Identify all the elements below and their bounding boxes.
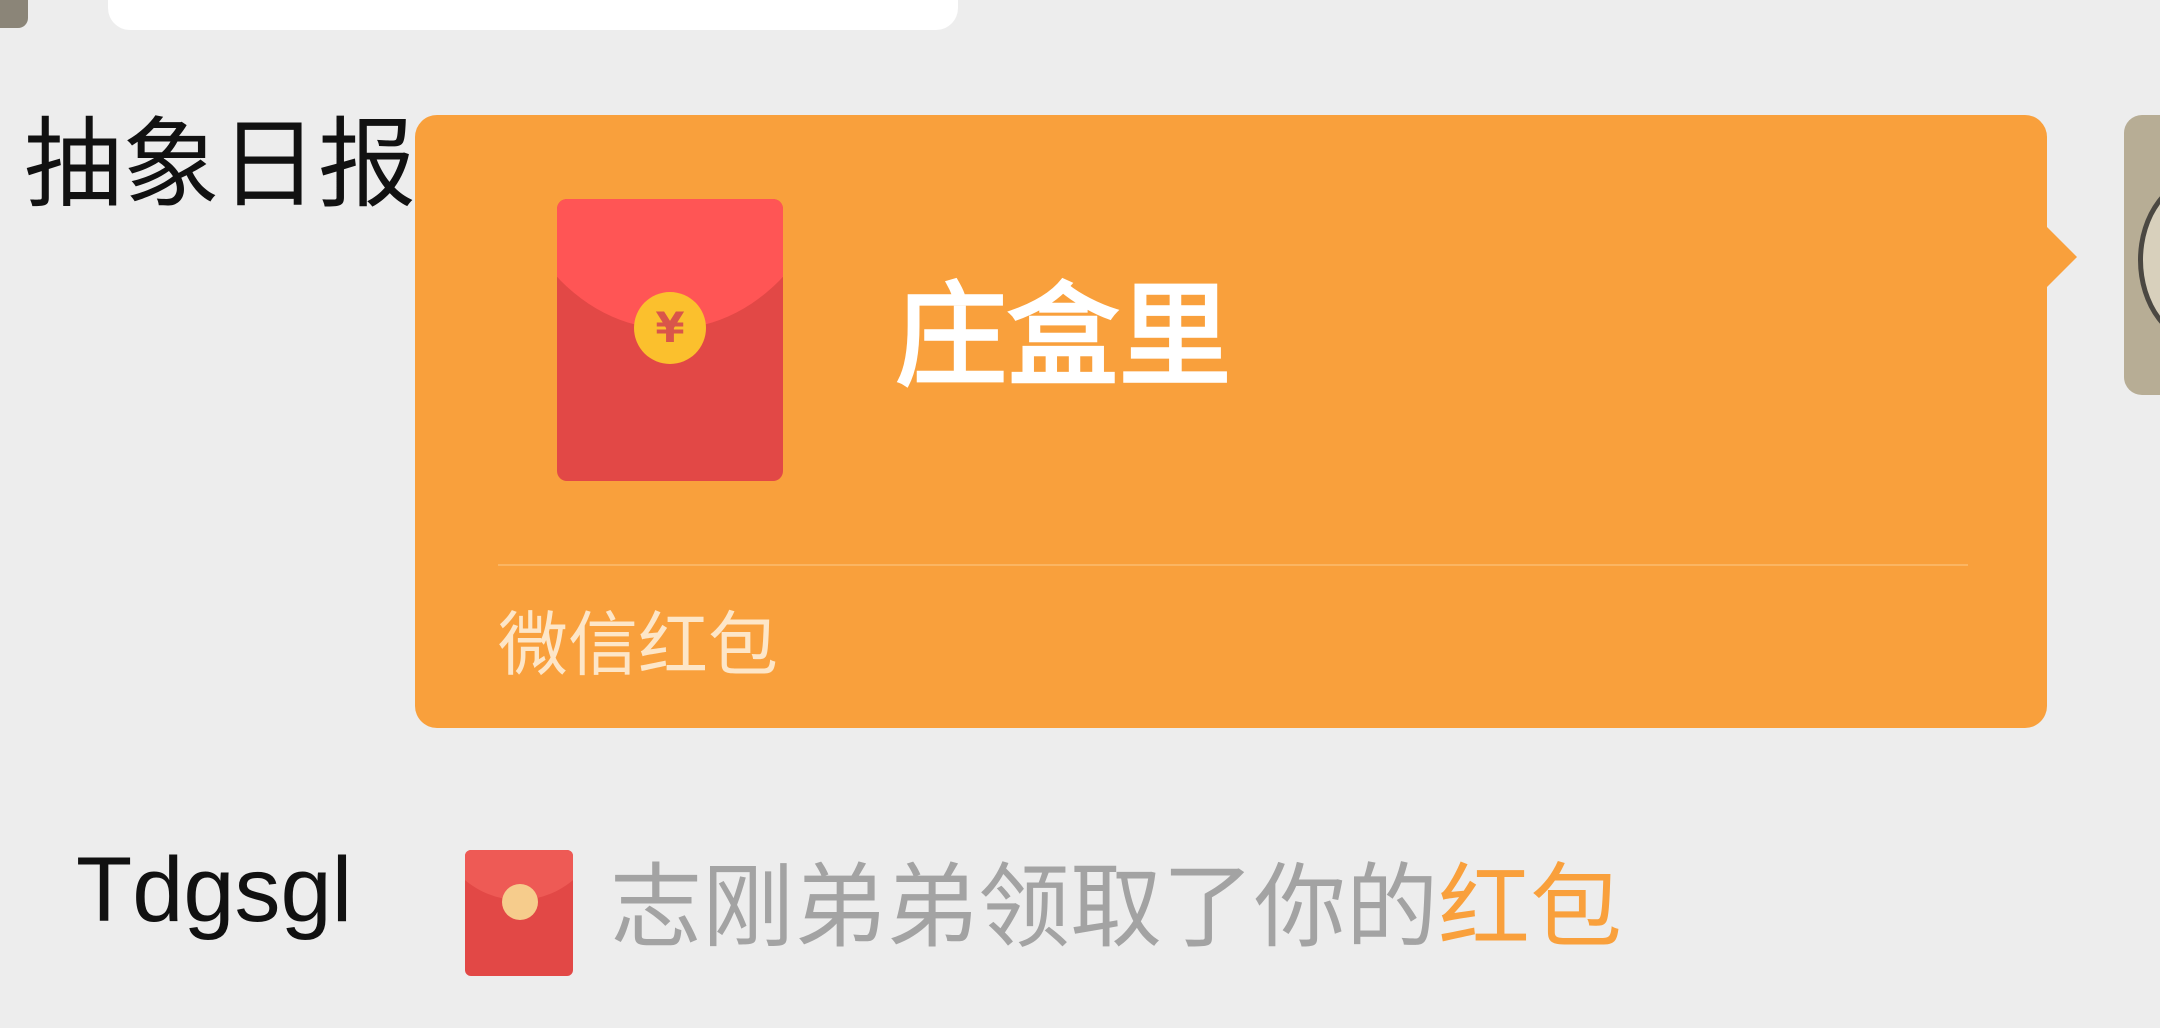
sender-label: 抽象日报 — [24, 108, 417, 222]
yuan-coin-icon: ¥ — [634, 292, 706, 364]
red-packet-footer-label: 微信红包 — [498, 604, 778, 686]
red-packet-icon: ¥ — [557, 199, 783, 481]
red-packet-divider — [498, 564, 1968, 566]
avatar-portrait — [2138, 175, 2160, 345]
small-packet-coin — [502, 884, 538, 920]
red-packet-link[interactable]: 红包 — [1438, 854, 1622, 961]
red-packet-small-icon — [465, 850, 573, 976]
user-label: Tdgsgl — [76, 839, 353, 941]
my-avatar[interactable] — [2124, 115, 2160, 395]
red-packet-claim-notice: 志刚弟弟领取了你的红包 — [610, 848, 1622, 968]
bubble-tail — [2045, 225, 2077, 289]
previous-message-avatar[interactable] — [0, 0, 28, 28]
previous-message-bubble[interactable] — [108, 0, 958, 30]
red-packet-title: 庄盒里 — [895, 272, 1231, 402]
claim-notice-text: 志刚弟弟领取了你的 — [610, 854, 1439, 961]
